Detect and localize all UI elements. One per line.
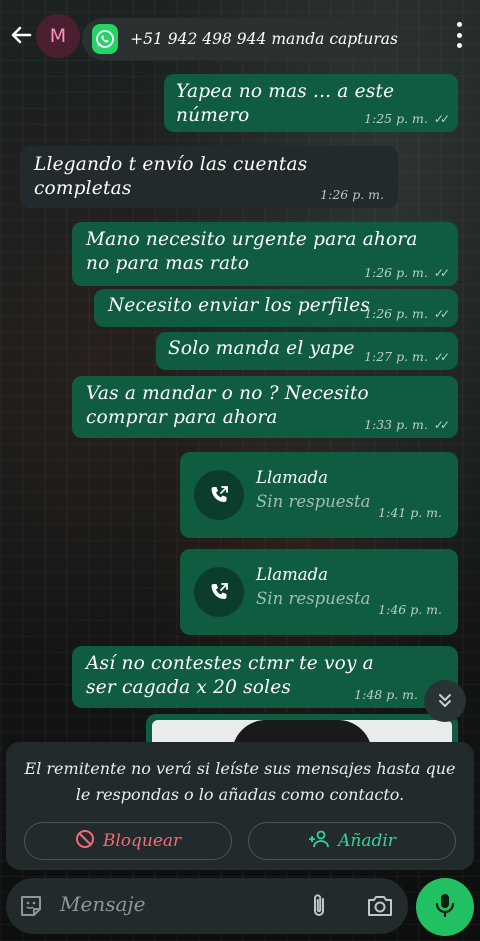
call-missed-icon <box>194 470 244 520</box>
whatsapp-icon <box>92 24 119 54</box>
block-icon <box>75 829 95 854</box>
mic-icon <box>433 892 457 922</box>
notice-text: El remitente no verá si leíste sus mensa… <box>24 759 456 804</box>
message-time: 1:33 p. m. <box>364 417 428 432</box>
read-double-check-icon: ✓✓ <box>433 349 450 364</box>
read-double-check-icon: ✓✓ <box>433 111 450 126</box>
message-time: 1:26 p. m. <box>320 187 384 202</box>
message-time: 1:26 p. m. <box>364 306 428 321</box>
message-input[interactable]: Mensaje <box>60 892 145 916</box>
double-chevron-down-icon[interactable] <box>424 680 466 722</box>
message-time: 1:26 p. m. <box>364 265 428 280</box>
add-contact-icon <box>308 829 330 854</box>
avatar-letter: M <box>49 25 67 47</box>
message-text: Necesito enviar los perfiles <box>108 295 371 316</box>
call-status: Sin respuesta <box>256 492 371 511</box>
attach-clip-icon[interactable] <box>306 892 334 920</box>
block-label: Bloquear <box>102 831 182 851</box>
message-bubble-outgoing[interactable]: Yapea no mas ... a este número 1:25 p. m… <box>164 74 458 132</box>
message-time: 1:48 p. m. <box>354 687 418 702</box>
read-double-check-icon: ✓✓ <box>433 265 450 280</box>
chat-header: M +51 942 498 944 manda capturas <box>0 0 480 70</box>
message-bubble-outgoing[interactable]: Así no contestes ctmr te voy a ser cagad… <box>72 646 458 708</box>
add-contact-label: Añadir <box>338 831 396 851</box>
message-time: 1:25 p. m. <box>364 111 428 126</box>
message-bubble-outgoing[interactable]: Vas a mandar o no ? Necesito comprar par… <box>72 376 458 438</box>
call-bubble[interactable]: Llamada Sin respuesta 1:46 p. m. <box>180 549 458 635</box>
more-vert-icon[interactable] <box>456 22 462 48</box>
chat-title: +51 942 498 944 manda capturas <box>130 30 398 48</box>
message-time: 1:41 p. m. <box>378 505 442 520</box>
message-time: 1:46 p. m. <box>378 602 442 617</box>
call-title: Llamada <box>256 565 328 584</box>
message-time: 1:27 p. m. <box>364 349 428 364</box>
avatar[interactable]: M <box>36 14 80 58</box>
mic-button[interactable] <box>416 878 474 936</box>
block-button[interactable]: Bloquear <box>24 822 232 860</box>
unknown-sender-notice: El remitente no verá si leíste sus mensa… <box>6 742 474 870</box>
read-double-check-icon: ✓✓ <box>433 306 450 321</box>
message-composer[interactable]: Mensaje <box>6 878 408 934</box>
message-text: Solo manda el yape <box>168 338 355 359</box>
message-bubble-outgoing[interactable]: Mano necesito urgente para ahora no para… <box>72 222 458 286</box>
sticker-icon[interactable] <box>18 893 44 919</box>
read-double-check-icon: ✓✓ <box>433 417 450 432</box>
message-bubble-incoming[interactable]: Llegando t envío las cuentas completas 1… <box>20 146 398 208</box>
message-bubble-outgoing[interactable]: Necesito enviar los perfiles 1:26 p. m. ✓… <box>94 289 458 327</box>
call-missed-icon <box>194 567 244 617</box>
back-arrow-icon[interactable] <box>8 22 34 48</box>
call-status: Sin respuesta <box>256 589 371 608</box>
call-bubble[interactable]: Llamada Sin respuesta 1:41 p. m. <box>180 452 458 538</box>
add-contact-button[interactable]: Añadir <box>248 822 456 860</box>
chat-title-pill[interactable]: +51 942 498 944 manda capturas <box>82 18 398 60</box>
call-title: Llamada <box>256 468 328 487</box>
camera-icon[interactable] <box>366 893 394 919</box>
message-bubble-outgoing[interactable]: Solo manda el yape 1:27 p. m. ✓✓ <box>156 332 458 370</box>
